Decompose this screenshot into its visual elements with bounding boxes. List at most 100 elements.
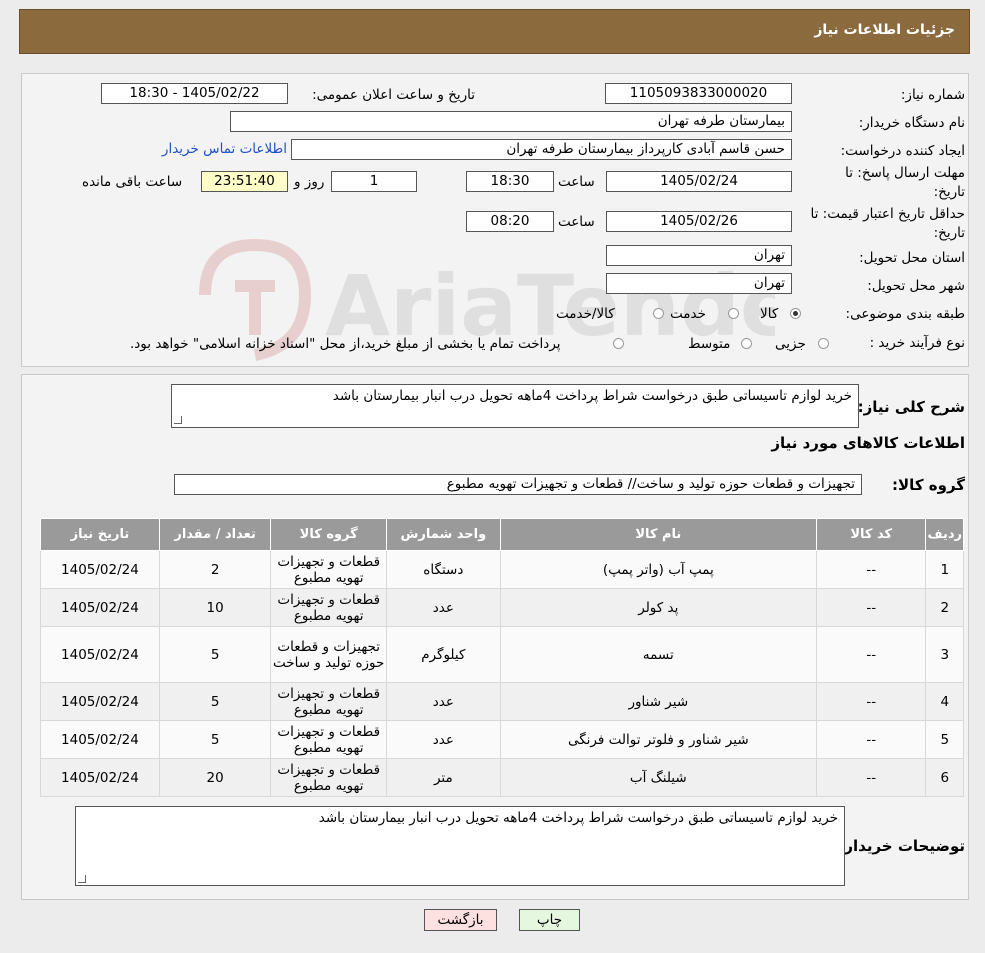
city-field: تهران bbox=[606, 273, 792, 294]
category-option-goods: کالا bbox=[760, 306, 779, 322]
validity-time-label: ساعت bbox=[558, 214, 595, 230]
cell-item-group: قطعات و تجهیزات تهویه مطبوع bbox=[270, 720, 387, 759]
buyer-notes-label: توضیحات خریدار: bbox=[838, 837, 965, 855]
creator-field: حسن قاسم آبادی کارپرداز بیمارستان طرفه ت… bbox=[291, 139, 792, 160]
cell-row-number: 6 bbox=[925, 758, 964, 797]
process-radio-medium[interactable] bbox=[741, 338, 752, 349]
cell-need-date: 1405/02/24 bbox=[40, 550, 160, 589]
deadline-time-field: 18:30 bbox=[466, 171, 554, 192]
category-option-service: خدمت bbox=[670, 306, 706, 322]
cell-item-name: شیر شناور bbox=[499, 682, 817, 721]
items-table: ردیف کد کالا نام کالا واحد شمارش گروه کا… bbox=[40, 518, 964, 797]
cell-item-group: قطعات و تجهیزات تهویه مطبوع bbox=[270, 758, 387, 797]
description-label: شرح کلی نیاز: bbox=[857, 398, 965, 416]
goods-section-title: اطلاعات کالاهای مورد نیاز bbox=[771, 434, 965, 452]
buyer-org-label: نام دستگاه خریدار: bbox=[858, 115, 965, 131]
cell-unit: عدد bbox=[386, 720, 501, 759]
cell-item-name: تسمه bbox=[499, 626, 817, 683]
process-radio-treasury[interactable] bbox=[613, 338, 624, 349]
table-row: 1 -- پمپ آب (واتر پمپ) دستگاه قطعات و تج… bbox=[40, 550, 964, 589]
cell-quantity: 20 bbox=[158, 758, 272, 797]
cell-need-date: 1405/02/24 bbox=[40, 626, 160, 683]
cell-row-number: 4 bbox=[925, 682, 964, 721]
cell-item-group: قطعات و تجهیزات تهویه مطبوع bbox=[270, 682, 387, 721]
process-radio-minor[interactable] bbox=[818, 338, 829, 349]
table-row: 2 -- پد کولر عدد قطعات و تجهیزات تهویه م… bbox=[40, 588, 964, 627]
header-unit: واحد شمارش bbox=[386, 518, 501, 551]
cell-item-code: -- bbox=[815, 720, 927, 759]
cell-item-name: شیر شناور و فلوتر توالت فرنگی bbox=[499, 720, 817, 759]
cell-quantity: 5 bbox=[158, 720, 272, 759]
city-label: شهر محل تحویل: bbox=[867, 278, 965, 294]
deadline-time-label: ساعت bbox=[558, 174, 595, 190]
cell-row-number: 2 bbox=[925, 588, 964, 627]
category-radio-service[interactable] bbox=[728, 308, 739, 319]
cell-need-date: 1405/02/24 bbox=[40, 682, 160, 721]
header-quantity: تعداد / مقدار bbox=[158, 518, 272, 551]
cell-need-date: 1405/02/24 bbox=[40, 758, 160, 797]
header-row-number: ردیف bbox=[925, 518, 964, 551]
province-label: استان محل تحویل: bbox=[859, 250, 965, 266]
days-field: 1 bbox=[331, 171, 417, 192]
header-item-code: کد کالا bbox=[815, 518, 927, 551]
cell-unit: متر bbox=[386, 758, 501, 797]
cell-unit: عدد bbox=[386, 588, 501, 627]
cell-item-name: پمپ آب (واتر پمپ) bbox=[499, 550, 817, 589]
deadline-label-date: تاریخ: bbox=[933, 184, 965, 200]
validity-time-field: 08:20 bbox=[466, 211, 554, 232]
resize-grip-icon[interactable] bbox=[78, 875, 86, 883]
resize-grip-icon[interactable] bbox=[174, 416, 182, 424]
header-item-group: گروه کالا bbox=[270, 518, 387, 551]
category-option-goods-service: کالا/خدمت bbox=[556, 306, 615, 322]
table-row: 6 -- شیلنگ آب متر قطعات و تجهیزات تهویه … bbox=[40, 758, 964, 797]
deadline-label: مهلت ارسال پاسخ: تا bbox=[845, 165, 965, 181]
buyer-notes-text: خرید لوازم تاسیساتی طبق درخواست شراط پرد… bbox=[318, 810, 838, 826]
category-label: طبقه بندی موضوعی: bbox=[845, 306, 965, 322]
header-need-date: تاریخ نیاز bbox=[40, 518, 160, 551]
table-row: 5 -- شیر شناور و فلوتر توالت فرنگی عدد ق… bbox=[40, 720, 964, 759]
cell-unit: دستگاه bbox=[386, 550, 501, 589]
days-label: روز و bbox=[294, 174, 325, 190]
cell-quantity: 5 bbox=[158, 626, 272, 683]
cell-item-group: قطعات و تجهیزات تهویه مطبوع bbox=[270, 588, 387, 627]
deadline-date-field: 1405/02/24 bbox=[606, 171, 792, 192]
cell-unit: کیلوگرم bbox=[386, 626, 501, 683]
cell-item-code: -- bbox=[815, 626, 927, 683]
creator-label: ایجاد کننده درخواست: bbox=[840, 143, 965, 159]
cell-item-name: شیلنگ آب bbox=[499, 758, 817, 797]
buyer-notes-textarea[interactable]: خرید لوازم تاسیساتی طبق درخواست شراط پرد… bbox=[75, 806, 845, 886]
print-button[interactable]: چاپ bbox=[519, 909, 580, 931]
province-field: تهران bbox=[606, 245, 792, 266]
cell-quantity: 5 bbox=[158, 682, 272, 721]
category-radio-goods[interactable] bbox=[790, 308, 801, 319]
cell-item-group: قطعات و تجهیزات تهویه مطبوع bbox=[270, 550, 387, 589]
table-row: 3 -- تسمه کیلوگرم تجهیزات و قطعات حوزه ت… bbox=[40, 626, 964, 683]
goods-group-label: گروه کالا: bbox=[892, 476, 965, 494]
process-note: پرداخت تمام یا بخشی از مبلغ خرید،از محل … bbox=[130, 336, 561, 352]
cell-item-code: -- bbox=[815, 758, 927, 797]
need-number-field: 1105093833000020 bbox=[605, 83, 792, 104]
cell-item-code: -- bbox=[815, 682, 927, 721]
remaining-label: ساعت باقی مانده bbox=[82, 174, 183, 190]
table-header-row: ردیف کد کالا نام کالا واحد شمارش گروه کا… bbox=[40, 518, 964, 551]
page-title: جزئیات اطلاعات نیاز bbox=[814, 22, 955, 38]
cell-unit: عدد bbox=[386, 682, 501, 721]
description-textarea[interactable]: خرید لوازم تاسیساتی طبق درخواست شراط پرد… bbox=[171, 384, 859, 428]
buyer-contact-link[interactable]: اطلاعات تماس خریدار bbox=[162, 141, 287, 157]
cell-item-name: پد کولر bbox=[499, 588, 817, 627]
remaining-time-field: 23:51:40 bbox=[201, 171, 288, 192]
goods-group-field: تجهیزات و قطعات حوزه تولید و ساخت// قطعا… bbox=[174, 474, 862, 495]
cell-row-number: 3 bbox=[925, 626, 964, 683]
table-row: 4 -- شیر شناور عدد قطعات و تجهیزات تهویه… bbox=[40, 682, 964, 721]
validity-date-field: 1405/02/26 bbox=[606, 211, 792, 232]
validity-label: حداقل تاریخ اعتبار قیمت: تا bbox=[810, 206, 965, 222]
category-radio-goods-service[interactable] bbox=[653, 308, 664, 319]
process-label: نوع فرآیند خرید : bbox=[869, 335, 965, 351]
back-button[interactable]: بازگشت bbox=[424, 909, 497, 931]
need-number-label: شماره نیاز: bbox=[900, 87, 965, 103]
cell-item-group: تجهیزات و قطعات حوزه تولید و ساخت bbox=[270, 626, 387, 683]
validity-label-date: تاریخ: bbox=[933, 225, 965, 241]
cell-quantity: 10 bbox=[158, 588, 272, 627]
cell-row-number: 1 bbox=[925, 550, 964, 589]
description-text: خرید لوازم تاسیساتی طبق درخواست شراط پرد… bbox=[332, 388, 852, 404]
